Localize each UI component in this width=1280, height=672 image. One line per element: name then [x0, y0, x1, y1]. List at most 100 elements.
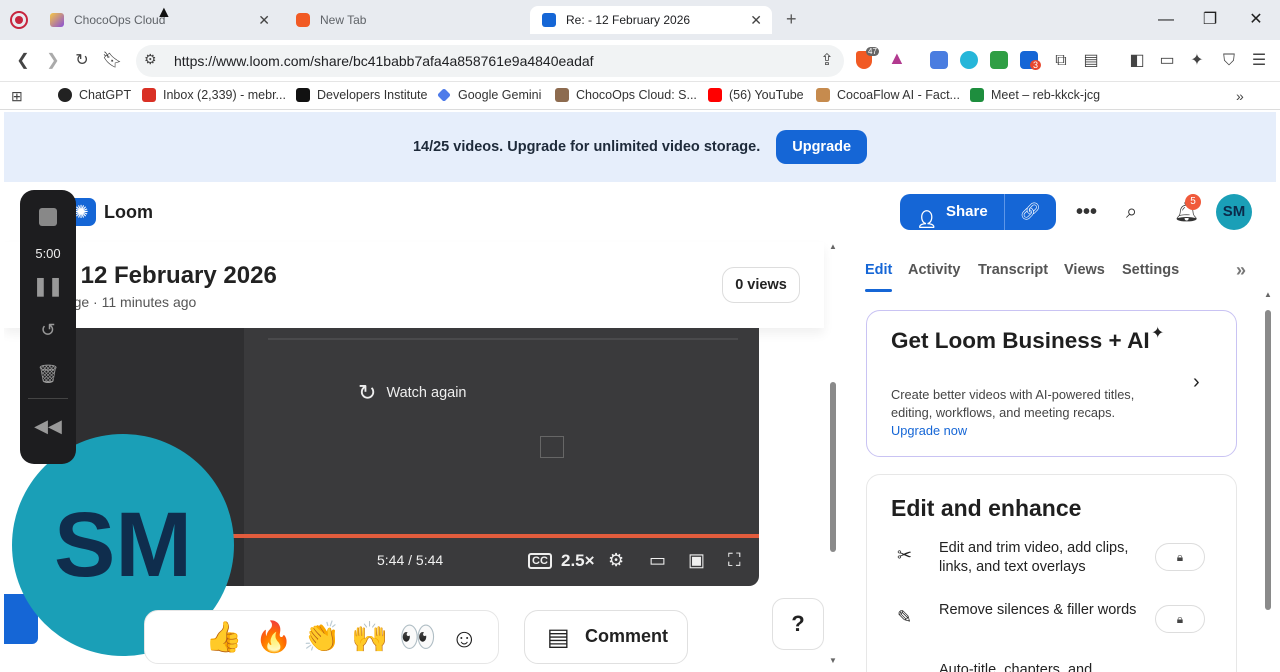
tab-transcript[interactable]: Transcript — [978, 262, 1048, 278]
tab-settings[interactable]: Settings — [1122, 262, 1179, 278]
tab-title: ChocoOps Cloud — [74, 13, 166, 27]
reader-mode-icon[interactable]: ▤ — [1080, 50, 1102, 72]
bookmark-chatgpt[interactable]: ChatGPT — [58, 88, 131, 102]
translate-extension-icon[interactable] — [930, 51, 948, 69]
feature-label: Auto-title, chapters, and — [939, 662, 1093, 672]
business-ai-promo[interactable]: Get Loom Business + AI ✦ Create better v… — [866, 310, 1237, 457]
tab-activity[interactable]: Activity — [908, 262, 960, 278]
share-label: Share — [946, 203, 988, 220]
leo-ai-icon[interactable]: ✦ — [1186, 50, 1208, 72]
video-title[interactable]: - 12 February 2026 — [66, 262, 277, 290]
thumbs-up-reaction[interactable]: 👍 — [205, 621, 242, 655]
close-window-icon[interactable]: ✕ — [1244, 8, 1268, 32]
record-indicator-icon[interactable] — [10, 11, 28, 29]
feature-remove-silences[interactable]: ✎ Remove silences & filler words 🔒︎ — [891, 601, 1221, 641]
share-page-icon[interactable]: ⇪ — [816, 50, 838, 72]
bookmark-developers-institute[interactable]: Developers Institute — [296, 88, 427, 102]
menu-icon[interactable]: ☰ — [1248, 50, 1270, 72]
fullscreen-icon[interactable]: ⛶ — [728, 550, 741, 571]
watch-again-label: Watch again — [386, 385, 467, 401]
brave-rewards-icon[interactable]: ▲ — [888, 48, 906, 69]
panel-scrollbar[interactable]: ▲ — [1262, 290, 1274, 672]
pause-icon[interactable]: ❚❚ — [20, 276, 76, 297]
loom-header: ✺ Loom 👤︎ Share 🔗︎ ••• ⌕ 🔔︎ 5 SM — [4, 182, 1276, 242]
feature-edit-trim[interactable]: ✂ Edit and trim video, add clips, links,… — [891, 539, 1221, 579]
restart-icon[interactable]: ↺ — [20, 320, 76, 341]
captions-icon[interactable]: CC — [528, 553, 552, 569]
site-info-icon[interactable]: ⚙ — [144, 51, 157, 68]
watch-again-button[interactable]: ↻ Watch again — [358, 380, 467, 406]
avatar[interactable]: SM — [1216, 194, 1252, 230]
settings-gear-icon[interactable]: ⚙ — [608, 550, 624, 571]
stop-recording-icon[interactable] — [39, 208, 57, 226]
bookmark-inbox[interactable]: Inbox (2,339) - mebr... — [142, 88, 286, 102]
share-button[interactable]: 👤︎ Share — [900, 194, 1003, 230]
tab-title: Re: - 12 February 2026 — [566, 13, 691, 27]
video-progress-bar[interactable] — [228, 534, 759, 538]
video-timestamp: 11 minutes ago — [101, 294, 197, 310]
extensions-puzzle-icon[interactable]: ⧉ — [1050, 50, 1072, 72]
recording-timer: 5:00 — [35, 246, 61, 261]
more-bookmarks-icon[interactable]: » — [1236, 88, 1244, 104]
theater-mode-icon[interactable]: ▭ — [649, 550, 666, 571]
upgrade-button[interactable]: Upgrade — [776, 130, 868, 164]
clap-reaction[interactable]: 👏 — [303, 621, 340, 655]
scroll-thumb[interactable] — [830, 382, 836, 552]
new-tab-icon[interactable]: + — [786, 9, 797, 30]
tab-views[interactable]: Views — [1064, 262, 1105, 278]
search-icon[interactable]: ⌕ — [1126, 200, 1137, 224]
scroll-up-icon[interactable]: ▲ — [1264, 290, 1272, 299]
scroll-down-icon[interactable]: ▼ — [829, 656, 837, 665]
picture-in-picture-icon[interactable]: ▣ — [688, 550, 705, 571]
fire-reaction[interactable]: 🔥 — [255, 621, 292, 655]
tab-edit[interactable]: Edit — [865, 262, 892, 278]
bookmark-cocoaflow[interactable]: CocoaFlow AI - Fact... — [816, 88, 960, 102]
add-emoji-icon[interactable]: ☺︎ — [451, 621, 478, 655]
minimize-icon[interactable]: — — [1154, 8, 1178, 32]
comment-button[interactable]: ▤ Comment — [524, 610, 688, 664]
scroll-thumb[interactable] — [1265, 310, 1271, 610]
apps-grid-icon[interactable]: ⊞ — [11, 88, 23, 105]
bookmark-chocoops[interactable]: ChocoOps Cloud: S... — [555, 88, 697, 102]
expand-panel-icon[interactable]: » — [1236, 260, 1246, 281]
reaction-bar: 👍 🔥 👏 🙌 👀 ☺︎ — [144, 610, 499, 664]
tab-new-tab[interactable]: New Tab — [284, 6, 524, 34]
forward-icon[interactable]: ❯ — [42, 50, 64, 72]
bookmark-meet[interactable]: Meet – reb-kkck-jcg — [970, 88, 1100, 102]
wallet-icon[interactable]: ▭ — [1156, 50, 1178, 72]
delete-trash-icon[interactable]: 🗑︎ — [20, 364, 76, 385]
upgrade-now-link[interactable]: Upgrade now — [891, 423, 967, 438]
raised-hands-reaction[interactable]: 🙌 — [351, 621, 388, 655]
bookmark-youtube[interactable]: (56) YouTube — [708, 88, 804, 102]
more-options-icon[interactable]: ••• — [1076, 200, 1097, 224]
content-scrollbar[interactable]: ▲ ▼ — [828, 242, 838, 672]
close-tab-icon[interactable]: ✕ — [750, 12, 762, 29]
sidebar-toggle-icon[interactable]: ◧ — [1126, 50, 1148, 72]
url-text[interactable]: https://www.loom.com/share/bc41babb7afa4… — [174, 53, 594, 69]
tab-loom-video[interactable]: Re: - 12 February 2026 ✕ — [530, 6, 772, 34]
collapse-icon[interactable]: ◀◀ — [20, 416, 76, 437]
feature-auto-title[interactable]: Auto-title, chapters, and — [891, 661, 1221, 672]
vpn-shield-icon[interactable]: ⛉ — [1218, 50, 1240, 72]
scissors-icon: ✂ — [897, 545, 913, 565]
loom-favicon-icon — [542, 13, 556, 27]
back-icon[interactable]: ❮ — [12, 50, 34, 72]
reload-icon[interactable]: ↻ — [71, 50, 93, 72]
bookmark-label: Developers Institute — [317, 88, 428, 102]
bookmark-google-gemini[interactable]: Google Gemini — [437, 88, 541, 102]
views-button[interactable]: 0 views — [722, 267, 800, 303]
loom-brand[interactable]: Loom — [104, 202, 153, 223]
bookmark-label: CocoaFlow AI - Fact... — [837, 88, 960, 102]
bookmark-icon[interactable]: 🔖︎ — [101, 50, 123, 72]
help-button[interactable]: ? — [772, 598, 824, 650]
close-tab-icon[interactable]: ✕ — [258, 12, 270, 29]
chevron-right-icon[interactable]: › — [1193, 371, 1200, 394]
playback-speed[interactable]: 2.5× — [561, 551, 595, 571]
meet-extension-icon[interactable] — [990, 51, 1008, 69]
address-bar[interactable]: ⚙ https://www.loom.com/share/bc41babb7af… — [136, 45, 844, 77]
eyes-reaction[interactable]: 👀 — [399, 621, 436, 655]
scroll-up-icon[interactable]: ▲ — [829, 242, 837, 251]
restore-icon[interactable]: ❐ — [1198, 8, 1222, 32]
copy-link-button[interactable]: 🔗︎ — [1004, 194, 1056, 230]
extension-icon[interactable] — [960, 51, 978, 69]
